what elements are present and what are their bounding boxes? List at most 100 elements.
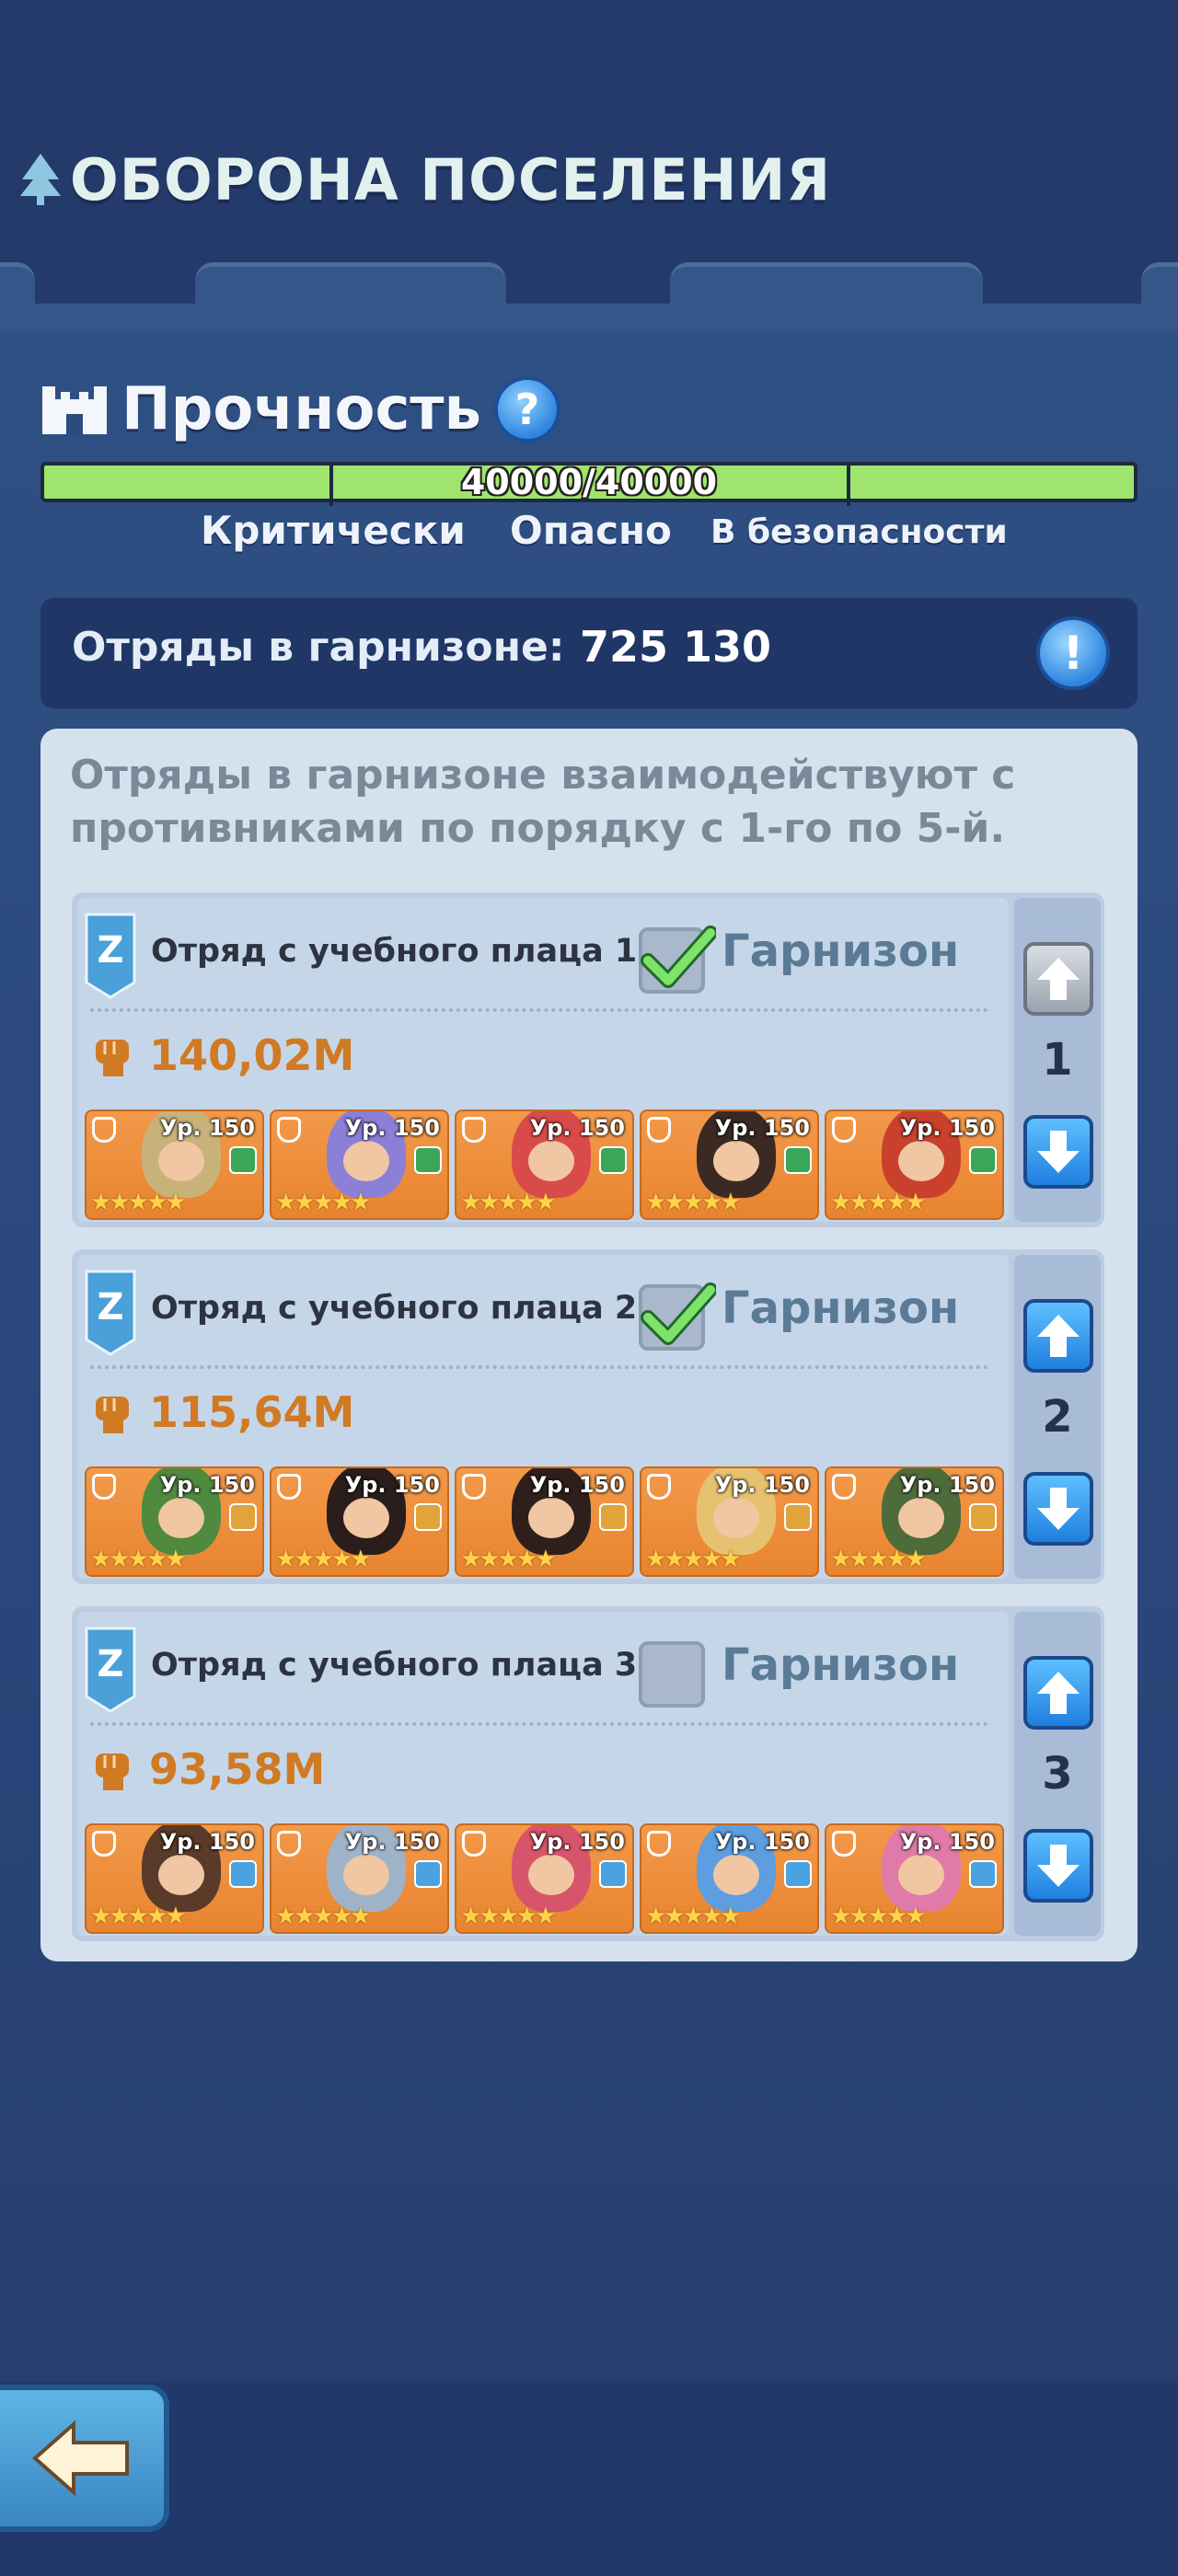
hero-level: Ур. 150: [344, 1829, 440, 1855]
hero-card[interactable]: Ур. 150 ★★★★★: [270, 1110, 449, 1220]
arrow-down-icon: [1037, 1131, 1080, 1173]
squad-name: Отряд с учебного плаца 3: [151, 1647, 638, 1684]
squad-name: Отряд с учебного плаца 2: [151, 1290, 638, 1327]
info-icon[interactable]: !: [1036, 616, 1110, 690]
move-down-button[interactable]: [1023, 1115, 1093, 1189]
hero-card[interactable]: Ур. 150 ★★★★★: [640, 1466, 819, 1577]
hero-card[interactable]: Ур. 150 ★★★★★: [270, 1823, 449, 1934]
hero-level: Ур. 150: [344, 1472, 440, 1498]
garrison-toggle-label[interactable]: Гарнизон: [722, 1639, 959, 1691]
hero-level: Ур. 150: [159, 1115, 255, 1141]
hero-stars: ★★★★★: [90, 1546, 187, 1573]
page-title: ОБОРОНА ПОСЕЛЕНИЯ: [17, 138, 831, 221]
hero-card[interactable]: Ур. 150 ★★★★★: [640, 1823, 819, 1934]
divider: [90, 1722, 988, 1726]
hero-level: Ур. 150: [899, 1829, 995, 1855]
squad-order-number: 2: [1042, 1391, 1073, 1443]
hero-class-icon: [277, 1831, 301, 1857]
hero-level: Ур. 150: [529, 1115, 625, 1141]
move-up-button[interactable]: [1023, 1656, 1093, 1730]
hero-class-icon: [832, 1831, 856, 1857]
durability-header: Прочность ?: [40, 368, 560, 451]
help-icon[interactable]: ?: [493, 376, 560, 443]
garrison-checkbox[interactable]: [639, 926, 716, 994]
bottom-band: [0, 2383, 1178, 2576]
garrison-toggle-label[interactable]: Гарнизон: [722, 926, 959, 977]
hero-card[interactable]: Ур. 150 ★★★★★: [825, 1466, 1004, 1577]
squad-order-number: 1: [1042, 1034, 1073, 1086]
divider: [90, 1365, 988, 1369]
hero-class-icon: [92, 1117, 116, 1143]
hero-card[interactable]: Ур. 150 ★★★★★: [455, 1466, 634, 1577]
squad-body: Z Отряд с учебного плаца 3 Гарнизон 93,58M У…: [77, 1612, 1009, 1936]
hero-card[interactable]: Ур. 150 ★★★★★: [825, 1823, 1004, 1934]
svg-text:Z: Z: [97, 1286, 123, 1328]
back-arrow-icon: [31, 2420, 129, 2497]
level-safe: В безопасности: [710, 513, 1008, 551]
hero-element-icon: [969, 1503, 997, 1531]
hero-card[interactable]: Ур. 150 ★★★★★: [640, 1110, 819, 1220]
checkmark-icon: [641, 926, 716, 988]
page-title-text: ОБОРОНА ПОСЕЛЕНИЯ: [70, 145, 832, 213]
durability-bar: 40000/40000: [40, 462, 1138, 506]
hero-class-icon: [647, 1474, 671, 1500]
move-down-button[interactable]: [1023, 1829, 1093, 1903]
hero-element-icon: [229, 1503, 257, 1531]
hero-card[interactable]: Ур. 150 ★★★★★: [825, 1110, 1004, 1220]
fist-icon: [96, 1754, 129, 1790]
hero-element-icon: [599, 1146, 627, 1174]
hero-level: Ур. 150: [529, 1472, 625, 1498]
hero-card[interactable]: Ур. 150 ★★★★★: [455, 1823, 634, 1934]
squad-body: Z Отряд с учебного плаца 2 Гарнизон 115,64M…: [77, 1255, 1009, 1579]
fist-icon: [96, 1397, 129, 1433]
hero-element-icon: [784, 1860, 812, 1888]
hero-element-icon: [969, 1146, 997, 1174]
hero-element-icon: [599, 1503, 627, 1531]
hero-stars: ★★★★★: [275, 1189, 372, 1216]
hero-class-icon: [462, 1474, 486, 1500]
hero-stars: ★★★★★: [460, 1546, 557, 1573]
garrison-value: 725 130: [580, 622, 772, 672]
hero-card[interactable]: Ур. 150 ★★★★★: [85, 1466, 264, 1577]
garrison-checkbox[interactable]: [639, 1641, 705, 1708]
hero-level: Ур. 150: [159, 1472, 255, 1498]
move-up-button[interactable]: [1023, 1299, 1093, 1373]
hero-stars: ★★★★★: [275, 1546, 372, 1573]
wall-top: [0, 304, 1178, 331]
squad-card: Z Отряд с учебного плаца 2 Гарнизон 115,64M…: [72, 1249, 1104, 1584]
hero-card[interactable]: Ур. 150 ★★★★★: [455, 1110, 634, 1220]
level-critical: Критически: [201, 508, 466, 553]
hero-element-icon: [599, 1860, 627, 1888]
hero-row: Ур. 150 ★★★★★ Ур. 150 ★★★★★ Ур. 150 ★★★★★ Ур. …: [85, 1466, 1004, 1577]
hero-card[interactable]: Ур. 150 ★★★★★: [270, 1466, 449, 1577]
hero-element-icon: [784, 1503, 812, 1531]
hero-stars: ★★★★★: [830, 1546, 927, 1573]
hero-stars: ★★★★★: [460, 1189, 557, 1216]
hero-level: Ур. 150: [344, 1115, 440, 1141]
hero-element-icon: [414, 1146, 442, 1174]
hero-card[interactable]: Ур. 150 ★★★★★: [85, 1823, 264, 1934]
durability-value: 40000/40000: [460, 462, 718, 502]
move-up-button[interactable]: [1023, 942, 1093, 1016]
hero-card[interactable]: Ур. 150 ★★★★★: [85, 1110, 264, 1220]
hero-element-icon: [414, 1503, 442, 1531]
fist-icon: [96, 1040, 129, 1076]
garrison-toggle-label[interactable]: Гарнизон: [722, 1282, 959, 1334]
hero-level: Ур. 150: [714, 1115, 810, 1141]
hero-stars: ★★★★★: [830, 1189, 927, 1216]
hero-class-icon: [92, 1831, 116, 1857]
durability-title: Прочность: [121, 375, 481, 443]
back-button[interactable]: [0, 2385, 169, 2532]
hero-class-icon: [462, 1831, 486, 1857]
garrison-checkbox[interactable]: [639, 1282, 716, 1351]
squad-badge-icon: Z: [85, 1627, 136, 1713]
squad-card: Z Отряд с учебного плаца 3 Гарнизон 93,58M У…: [72, 1606, 1104, 1941]
hero-element-icon: [229, 1860, 257, 1888]
move-down-button[interactable]: [1023, 1472, 1093, 1546]
hero-level: Ур. 150: [714, 1829, 810, 1855]
hero-stars: ★★★★★: [460, 1903, 557, 1930]
arrow-up-icon: [1037, 1672, 1080, 1714]
hero-class-icon: [277, 1117, 301, 1143]
hero-element-icon: [414, 1860, 442, 1888]
hero-level: Ур. 150: [529, 1829, 625, 1855]
